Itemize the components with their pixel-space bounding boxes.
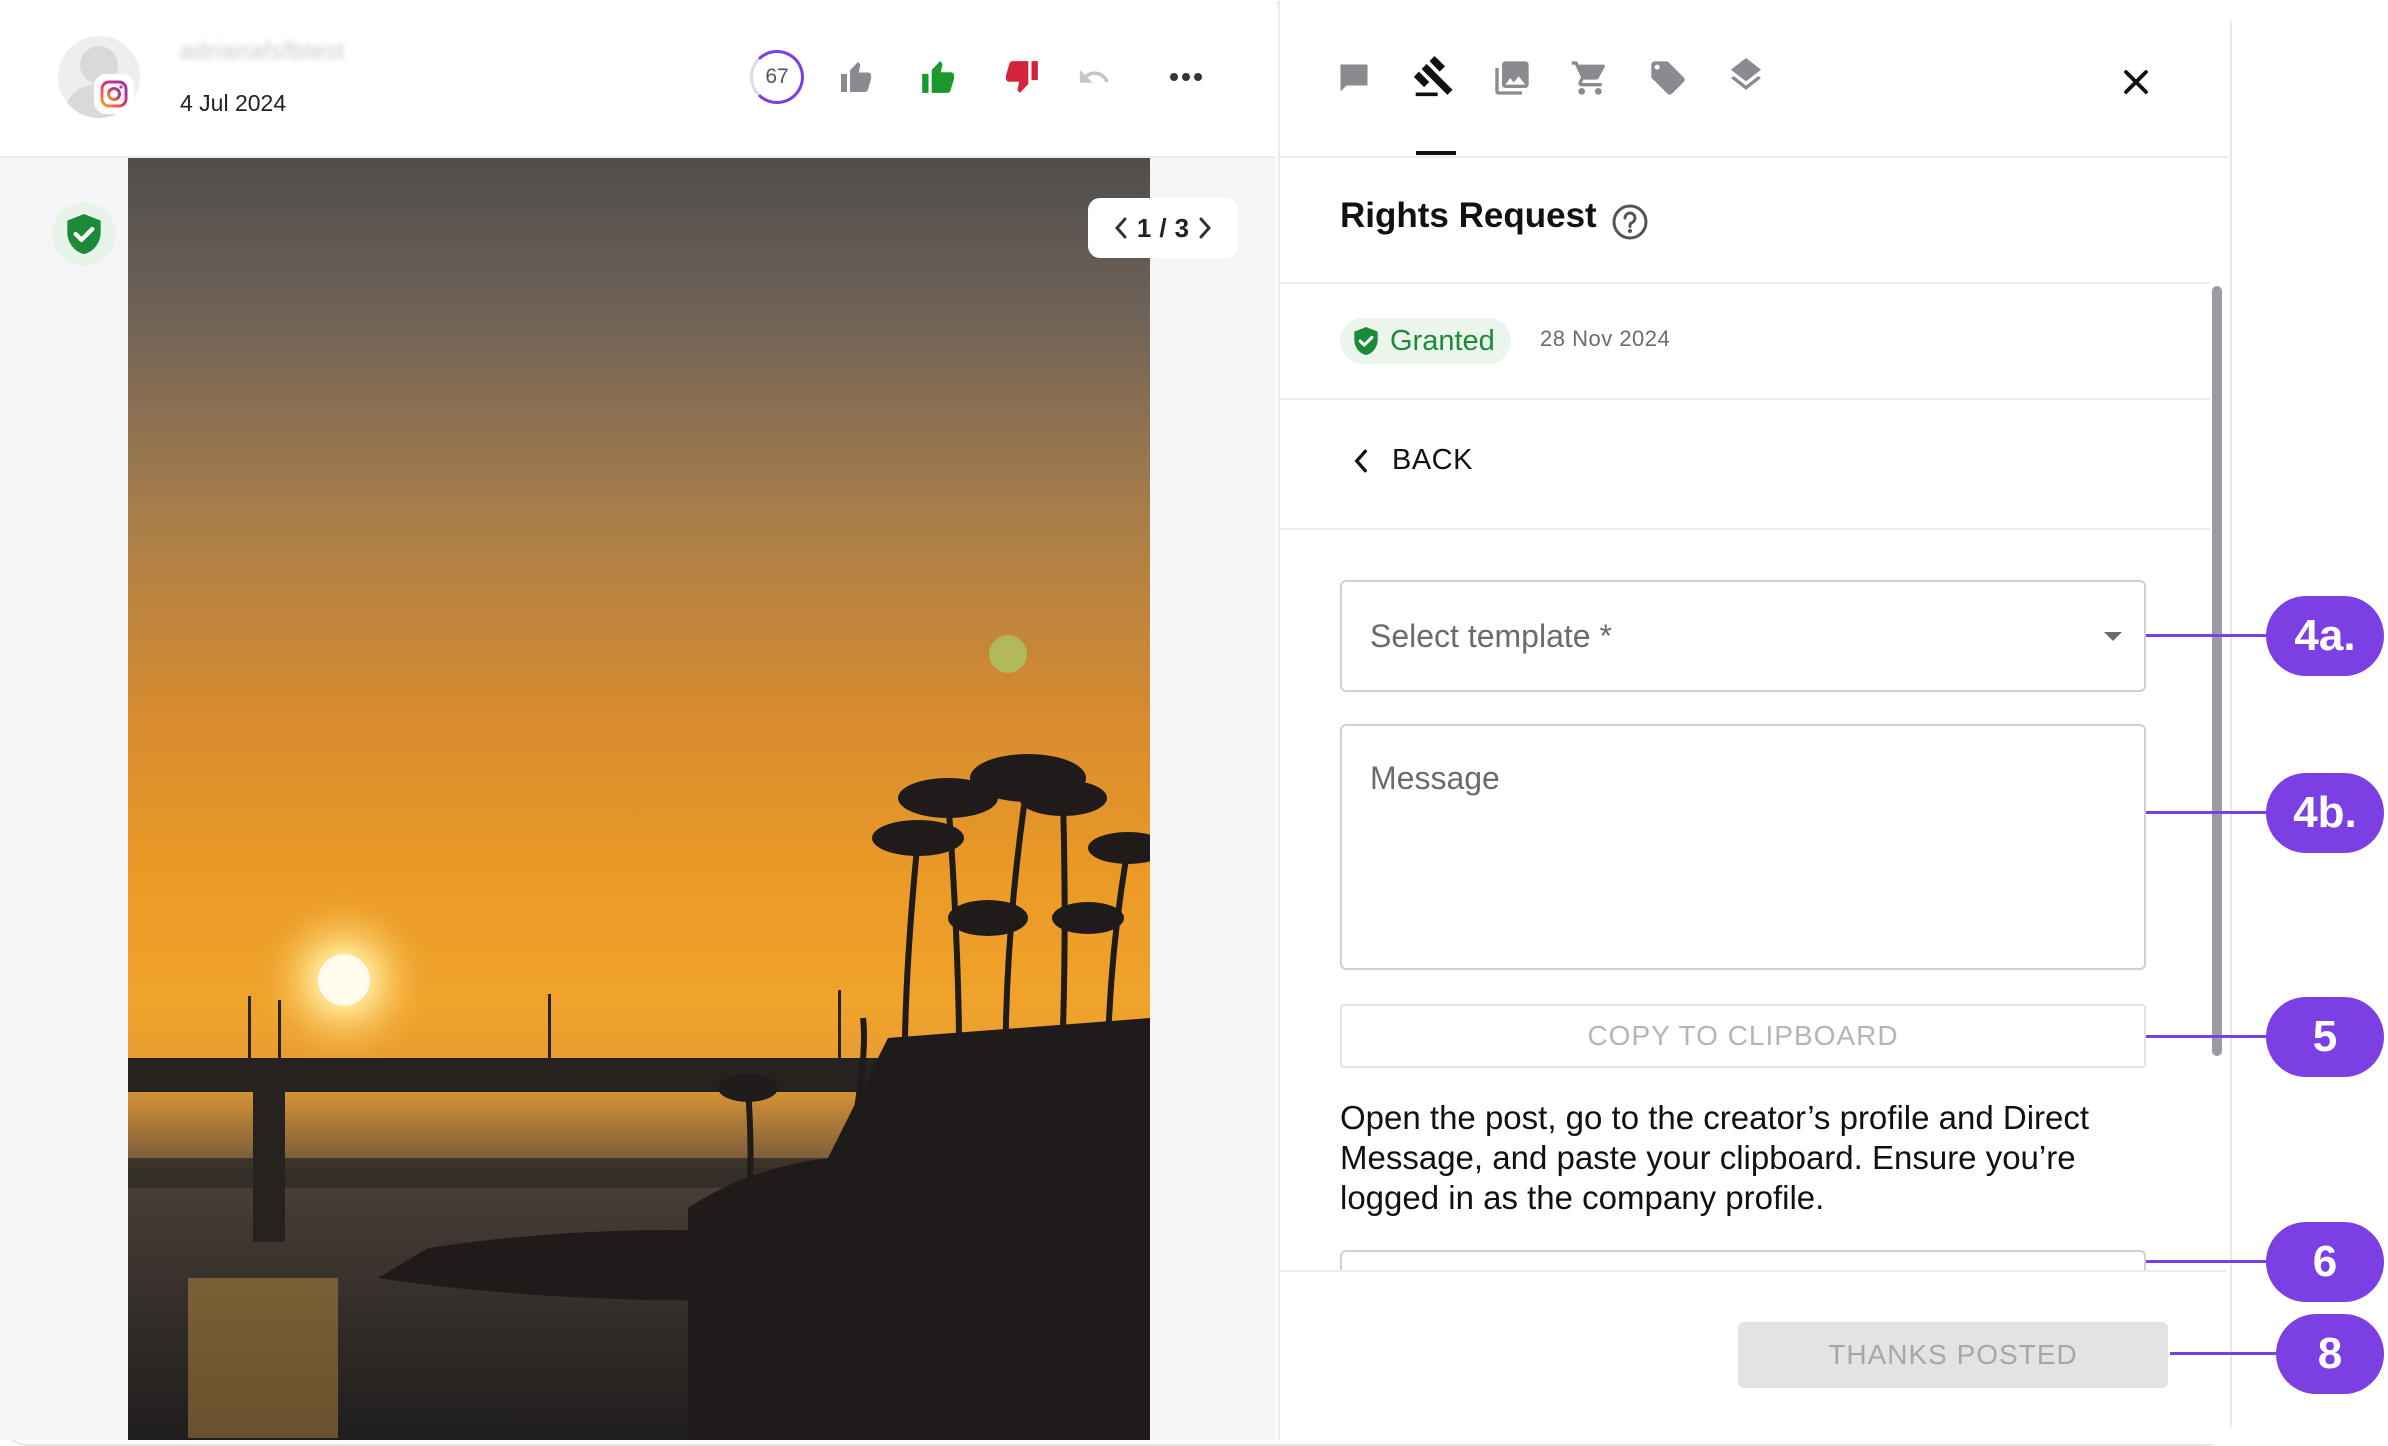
username[interactable]: adrianafsfbtest xyxy=(180,38,345,66)
status-badge: Granted xyxy=(1340,318,1511,364)
status-date: 28 Nov 2024 xyxy=(1540,326,1671,351)
callout-line xyxy=(2146,1260,2270,1263)
instagram-icon xyxy=(96,76,132,112)
caret-down-icon xyxy=(2104,632,2122,641)
post-image[interactable] xyxy=(128,158,1150,1440)
callout-line xyxy=(2146,1035,2270,1038)
thanks-posted-button[interactable]: THANKS POSTED xyxy=(1738,1322,2168,1388)
template-select-placeholder: Select template * xyxy=(1370,618,1612,654)
layers-icon[interactable] xyxy=(1716,48,1776,108)
media-pager: 1 / 3 xyxy=(1088,198,1238,258)
status-label: Granted xyxy=(1390,324,1495,357)
callout-line xyxy=(2170,1352,2280,1355)
thumbs-up-outline-icon[interactable] xyxy=(834,55,878,99)
help-icon[interactable] xyxy=(1610,202,1650,242)
close-icon[interactable] xyxy=(2104,52,2168,112)
shield-check-icon xyxy=(1352,325,1380,357)
active-tab-indicator xyxy=(1416,151,1456,155)
divider xyxy=(1280,398,2210,400)
callout-5: 5 xyxy=(2266,997,2384,1077)
gavel-icon[interactable] xyxy=(1404,46,1464,106)
pager-current: 1 xyxy=(1136,212,1152,243)
message-textarea[interactable]: Message xyxy=(1340,724,2146,970)
message-placeholder: Message xyxy=(1370,760,1500,796)
chevron-right-icon[interactable] xyxy=(1197,216,1213,240)
tag-icon[interactable] xyxy=(1638,48,1698,108)
panel-title: Rights Request xyxy=(1340,196,1597,235)
back-label: BACK xyxy=(1392,444,1473,476)
template-select[interactable]: Select template * xyxy=(1340,580,2146,692)
instructions-text: Open the post, go to the creator’s profi… xyxy=(1340,1099,2090,1216)
post-date: 4 Jul 2024 xyxy=(180,90,287,116)
pager-separator: / xyxy=(1159,212,1167,243)
undo-icon[interactable] xyxy=(1072,55,1116,99)
callout-4b: 4b. xyxy=(2266,773,2384,853)
comment-icon[interactable] xyxy=(1324,48,1384,108)
engagement-score: 67 xyxy=(750,50,804,104)
pager-total: 3 xyxy=(1174,212,1190,243)
callout-4a: 4a. xyxy=(2266,596,2384,676)
image-icon[interactable] xyxy=(1482,48,1542,108)
chevron-left-icon xyxy=(1352,448,1370,474)
callout-line xyxy=(2146,811,2270,814)
callout-line xyxy=(2146,634,2270,637)
copy-to-clipboard-button[interactable]: COPY TO CLIPBOARD xyxy=(1340,1004,2146,1068)
divider xyxy=(1280,282,2210,284)
cart-icon[interactable] xyxy=(1560,48,1620,108)
thumbs-up-icon[interactable] xyxy=(916,55,960,99)
callout-8: 8 xyxy=(2276,1314,2384,1394)
back-button[interactable]: BACK xyxy=(1352,444,1473,477)
chevron-left-icon[interactable] xyxy=(1113,216,1129,240)
divider xyxy=(1280,528,2210,530)
more-options-icon[interactable] xyxy=(1164,55,1208,99)
thumbs-down-icon[interactable] xyxy=(1000,55,1044,99)
panel-scrollbar[interactable] xyxy=(2212,286,2222,1056)
rights-granted-shield-icon xyxy=(52,202,116,266)
callout-6: 6 xyxy=(2266,1222,2384,1302)
